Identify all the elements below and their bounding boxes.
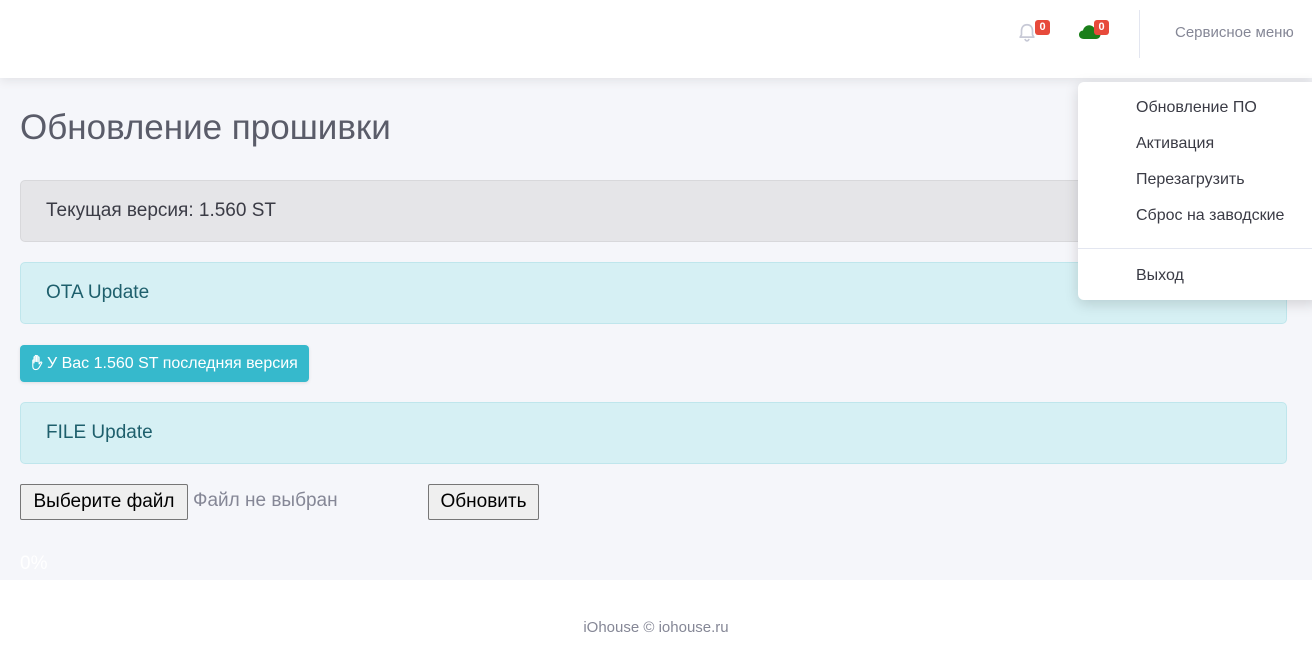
hand-icon [32,354,43,371]
choose-file-button[interactable]: Выберите файл [20,484,188,520]
footer-copyright: iOhouse © iohouse.ru [583,619,729,636]
footer: iOhouse © iohouse.ru [0,580,1312,658]
menu-item-firmware-update[interactable]: Обновление ПО [1078,96,1312,132]
upload-progress-text: 0% [20,553,48,574]
menu-divider [1078,248,1312,249]
menu-item-factory-reset[interactable]: Сброс на заводские [1078,204,1312,240]
cloud-status-button[interactable]: 0 [1078,18,1112,48]
topbar-divider [1139,10,1140,58]
notifications-button[interactable]: 0 [1016,18,1050,48]
no-file-chosen-text: Файл не выбран [193,490,338,511]
menu-item-activation[interactable]: Активация [1078,132,1312,168]
menu-item-reboot[interactable]: Перезагрузить [1078,168,1312,204]
service-dropdown-menu: Обновление ПО Активация Перезагрузить Сб… [1078,82,1312,300]
update-button[interactable]: Обновить [428,484,539,520]
menu-item-logout[interactable]: Выход [1078,264,1312,300]
latest-version-button[interactable]: У Вас 1.560 ST последняя версия [20,345,309,382]
file-update-card: FILE Update [20,402,1287,464]
notifications-count-badge: 0 [1035,20,1050,35]
topbar: 0 0 Сервисное меню [0,0,1312,78]
page-title: Обновление прошивки [20,108,391,147]
latest-version-text: У Вас 1.560 ST последняя версия [47,355,298,372]
service-menu-toggle[interactable]: Сервисное меню [1175,24,1294,41]
cloud-count-badge: 0 [1094,20,1109,35]
